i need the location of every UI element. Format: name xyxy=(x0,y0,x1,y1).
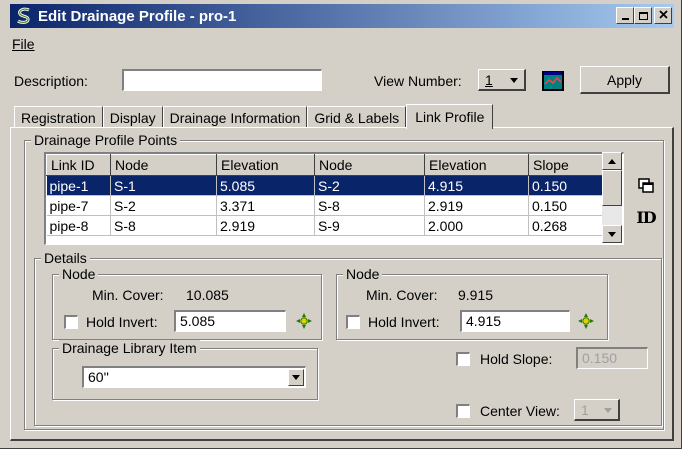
tab-registration[interactable]: Registration xyxy=(14,106,103,128)
view-number-label: View Number: xyxy=(374,73,462,89)
hold-slope-label: Hold Slope: xyxy=(480,351,553,367)
drainage-library-dropdown-button[interactable] xyxy=(288,369,304,386)
drainage-profile-points-title: Drainage Profile Points xyxy=(31,132,181,148)
target-locate-icon[interactable] xyxy=(294,311,314,331)
cell-elevation-1: 3.371 xyxy=(216,195,315,216)
menu-bar: File xyxy=(12,36,35,56)
node-left-hold-invert-field[interactable]: 5.085 xyxy=(174,310,286,332)
maximize-button[interactable] xyxy=(634,7,652,24)
tab-link-profile[interactable]: Link Profile xyxy=(406,104,494,129)
menu-file[interactable]: File xyxy=(12,36,35,52)
center-view-select[interactable]: 1 xyxy=(574,399,620,421)
node-right-min-cover-value: 9.915 xyxy=(458,287,494,303)
cell-slope: 0.268 xyxy=(528,215,603,236)
cell-node-2: S-9 xyxy=(314,215,425,236)
id-icon-text: ID xyxy=(636,207,656,227)
edit-drainage-profile-window: Edit Drainage Profile - pro-1 File Descr… xyxy=(0,0,682,449)
menu-file-label: File xyxy=(12,36,35,52)
drainage-s-icon xyxy=(14,6,34,26)
cell-node-1: S-8 xyxy=(110,215,217,236)
tab-grid-labels[interactable]: Grid & Labels xyxy=(307,106,407,128)
node-right-title: Node xyxy=(343,266,383,282)
view-number-select[interactable]: 1 xyxy=(478,69,526,91)
close-icon xyxy=(658,9,668,22)
cell-link-id: pipe-1 xyxy=(46,175,111,196)
tab-display[interactable]: Display xyxy=(102,106,163,128)
center-view-value: 1 xyxy=(581,401,589,418)
scroll-up-icon xyxy=(608,158,616,164)
cell-node-2: S-2 xyxy=(314,175,425,196)
tab-drainage-information[interactable]: Drainage Information xyxy=(162,106,308,128)
maximize-icon xyxy=(638,11,648,20)
cell-elevation-1: 5.085 xyxy=(216,175,315,196)
cell-link-id: pipe-7 xyxy=(46,195,111,216)
cell-node-2: S-8 xyxy=(314,195,425,216)
hold-slope-field[interactable]: 0.150 xyxy=(576,347,648,369)
scroll-down-button[interactable] xyxy=(602,225,622,243)
minimize-button[interactable] xyxy=(616,7,634,24)
cell-elevation-2: 2.000 xyxy=(424,215,529,236)
hold-slope-checkbox[interactable] xyxy=(456,352,470,366)
target-locate-icon[interactable] xyxy=(576,311,596,331)
node-right-hold-invert-field[interactable]: 4.915 xyxy=(460,310,570,332)
table-row[interactable]: pipe-1 S-1 5.085 S-2 4.915 0.150 xyxy=(46,175,603,196)
profile-points-table: Link ID Node Elevation Node Elevation Sl… xyxy=(46,154,603,236)
column-header-elevation-2[interactable]: Elevation xyxy=(424,154,529,176)
table-row[interactable]: pipe-7 S-2 3.371 S-8 2.919 0.150 xyxy=(46,195,603,216)
node-left-min-cover-label: Min. Cover: xyxy=(92,287,164,303)
drainage-library-title: Drainage Library Item xyxy=(59,340,200,356)
node-right-hold-invert-checkbox[interactable] xyxy=(346,315,360,329)
center-view-label: Center View: xyxy=(480,403,560,419)
chevron-down-icon xyxy=(510,78,518,83)
cell-slope: 0.150 xyxy=(528,175,603,196)
cell-elevation-2: 4.915 xyxy=(424,175,529,196)
cell-node-1: S-2 xyxy=(110,195,217,216)
cell-link-id: pipe-8 xyxy=(46,215,111,236)
profile-points-grid[interactable]: Link ID Node Elevation Node Elevation Sl… xyxy=(44,152,624,245)
id-icon[interactable]: ID xyxy=(634,206,658,228)
node-right-min-cover-label: Min. Cover: xyxy=(366,287,438,303)
node-left-hold-invert-checkbox[interactable] xyxy=(64,315,78,329)
scroll-up-button[interactable] xyxy=(602,152,622,170)
apply-button[interactable]: Apply xyxy=(580,66,670,94)
table-header-row: Link ID Node Elevation Node Elevation Sl… xyxy=(46,154,603,176)
grid-vertical-scrollbar[interactable] xyxy=(602,152,622,243)
center-view-checkbox[interactable] xyxy=(456,404,470,418)
cell-slope: 0.150 xyxy=(528,195,603,216)
column-header-node-2[interactable]: Node xyxy=(314,154,425,176)
minimize-icon xyxy=(621,18,629,20)
column-header-node-1[interactable]: Node xyxy=(110,154,217,176)
chevron-down-icon xyxy=(292,375,300,380)
description-label: Description: xyxy=(14,73,88,89)
node-left-title: Node xyxy=(59,266,99,282)
window-title: Edit Drainage Profile - pro-1 xyxy=(38,7,237,25)
chevron-down-icon xyxy=(604,408,612,413)
drainage-library-select[interactable]: 60'' xyxy=(82,366,306,388)
details-title: Details xyxy=(41,250,90,266)
cell-elevation-2: 2.919 xyxy=(424,195,529,216)
copy-icon[interactable] xyxy=(636,176,656,196)
description-field[interactable] xyxy=(122,69,322,91)
drainage-library-value: 60'' xyxy=(88,369,109,385)
cell-node-1: S-1 xyxy=(110,175,217,196)
view-window-icon[interactable] xyxy=(540,69,566,93)
column-header-elevation-1[interactable]: Elevation xyxy=(216,154,315,176)
table-row[interactable]: pipe-8 S-8 2.919 S-9 2.000 0.268 xyxy=(46,215,603,236)
close-button[interactable] xyxy=(654,7,672,24)
scroll-thumb[interactable] xyxy=(602,170,622,206)
cell-elevation-1: 2.919 xyxy=(216,215,315,236)
view-number-value: 1 xyxy=(485,71,493,88)
node-left-min-cover-value: 10.085 xyxy=(186,287,229,303)
tab-strip: Registration Display Drainage Informatio… xyxy=(14,104,494,129)
title-bar[interactable]: Edit Drainage Profile - pro-1 xyxy=(10,4,674,28)
column-header-link-id[interactable]: Link ID xyxy=(46,154,111,176)
scroll-down-icon xyxy=(608,231,616,237)
node-right-hold-invert-label: Hold Invert: xyxy=(368,314,440,330)
column-header-slope[interactable]: Slope xyxy=(528,154,603,176)
node-left-hold-invert-label: Hold Invert: xyxy=(86,314,158,330)
